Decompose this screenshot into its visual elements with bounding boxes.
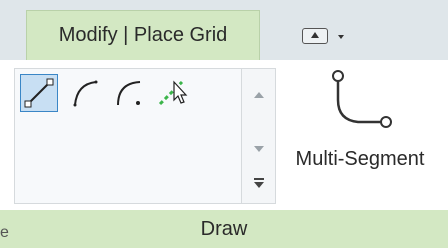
start-end-arc-button[interactable] xyxy=(66,74,104,112)
line-icon xyxy=(24,78,54,108)
draw-panel-label: Draw xyxy=(200,217,248,240)
expand-bar-icon xyxy=(254,178,264,180)
arc-icon xyxy=(73,80,98,107)
center-ends-arc-button[interactable] xyxy=(110,74,148,112)
edge-text: e xyxy=(0,224,9,241)
arc-center-icon xyxy=(117,81,141,106)
gallery-scroll xyxy=(241,69,275,203)
scroll-up-button[interactable] xyxy=(248,85,270,105)
chevron-down-icon xyxy=(254,146,264,152)
chevron-down-icon[interactable] xyxy=(338,35,344,39)
gallery-expand-button[interactable] xyxy=(248,173,270,193)
scroll-down-button[interactable] xyxy=(248,139,270,159)
chevron-up-icon xyxy=(254,92,264,98)
pick-lines-icon xyxy=(158,80,188,106)
pick-lines-button[interactable] xyxy=(154,74,192,112)
panel-toggle-icon[interactable] xyxy=(302,28,328,44)
multi-segment-button[interactable]: Multi-Segment xyxy=(278,68,442,208)
tab-modify-place-grid[interactable]: Modify | Place Grid xyxy=(26,10,260,60)
expand-arrow-icon xyxy=(254,182,264,188)
tab-label: Modify | Place Grid xyxy=(58,24,228,46)
multi-segment-icon xyxy=(332,70,392,128)
multi-segment-label: Multi-Segment xyxy=(295,148,425,170)
draw-panel-title-bar[interactable]: Draw xyxy=(0,210,448,248)
line-tool-button[interactable] xyxy=(20,74,58,112)
panel-options-dropdown[interactable] xyxy=(302,26,366,48)
